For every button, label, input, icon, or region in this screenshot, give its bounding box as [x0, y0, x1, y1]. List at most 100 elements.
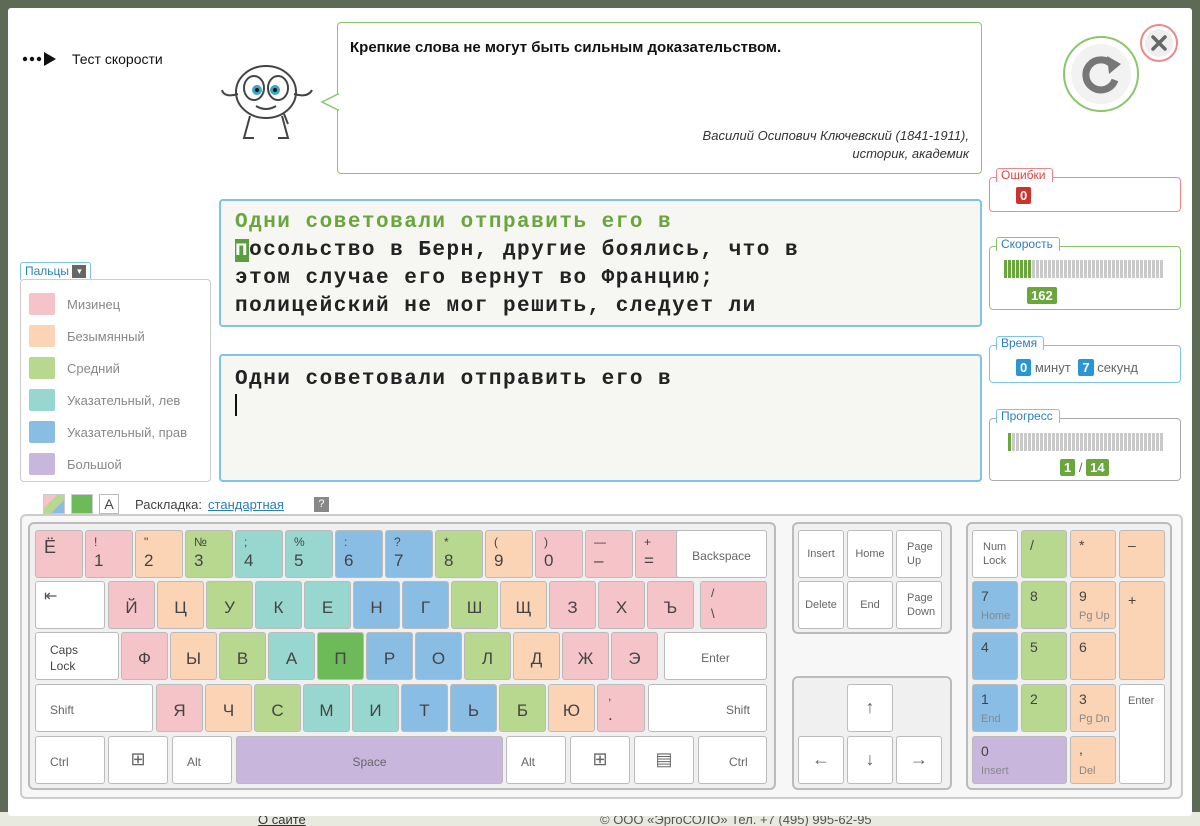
color-mode-button[interactable]: [43, 494, 65, 514]
key-shift-right[interactable]: Shift: [648, 684, 767, 732]
key-np-dot[interactable]: , Del: [1070, 736, 1116, 784]
key-row3-4[interactable]: И: [352, 684, 399, 732]
key-np0[interactable]: 0 Insert: [972, 736, 1067, 784]
key-n6[interactable]: :6: [335, 530, 383, 578]
key-ctrl-left[interactable]: Ctrl: [35, 736, 105, 784]
key-tab[interactable]: ⇤: [35, 581, 105, 629]
key-np1[interactable]: 1 End: [972, 684, 1018, 732]
key-alt-right[interactable]: Alt: [506, 736, 566, 784]
key-row3-3[interactable]: М: [303, 684, 350, 732]
key-insert[interactable]: Insert: [798, 530, 844, 578]
key-np-minus[interactable]: –: [1119, 530, 1165, 578]
key-right[interactable]: →: [896, 736, 942, 784]
key-row2-1[interactable]: Ы: [170, 632, 217, 680]
meter-segment: [1024, 260, 1027, 278]
typing-input[interactable]: Одни советовали отправить его в: [219, 354, 982, 482]
key-delete[interactable]: Delete: [798, 581, 844, 629]
key-space[interactable]: Space: [236, 736, 503, 784]
key-pgup[interactable]: Page Up: [896, 530, 942, 578]
key-row3-2[interactable]: С: [254, 684, 301, 732]
key-left[interactable]: ←: [798, 736, 844, 784]
key-n1[interactable]: ! 1: [85, 530, 133, 578]
key-home[interactable]: Home: [847, 530, 893, 578]
key-n5[interactable]: % 5: [285, 530, 333, 578]
key-row2-7-main-label: Л: [481, 649, 494, 668]
key-n2[interactable]: " 2: [135, 530, 183, 578]
key-row1-9[interactable]: З: [549, 581, 596, 629]
key-row2-3[interactable]: А: [268, 632, 315, 680]
key-alt-left-lbl-label: Alt: [187, 755, 202, 769]
key-numlock[interactable]: Num Lock: [972, 530, 1018, 578]
key-row1-7[interactable]: Ш: [451, 581, 498, 629]
quote-author: Василий Осипович Ключевский (1841-1911),…: [703, 127, 969, 163]
key-minus[interactable]: — –: [585, 530, 633, 578]
fingers-toggle[interactable]: Пальцы ▾: [20, 262, 92, 280]
font-button[interactable]: A: [99, 494, 119, 514]
key-row3-8[interactable]: Ю: [548, 684, 595, 732]
green-mode-button[interactable]: [71, 494, 93, 514]
key-row2-5[interactable]: Р: [366, 632, 413, 680]
key-np-mul[interactable]: *: [1070, 530, 1116, 578]
key-np5[interactable]: 5: [1021, 632, 1067, 680]
key-backspace[interactable]: Backspace: [676, 530, 767, 578]
key-win-right[interactable]: ⊞: [570, 736, 630, 784]
key-row2-8[interactable]: Д: [513, 632, 560, 680]
key-row2-7[interactable]: Л: [464, 632, 511, 680]
key-row3-1[interactable]: Ч: [205, 684, 252, 732]
key-yo[interactable]: Ё: [35, 530, 83, 578]
key-enter[interactable]: Enter: [664, 632, 767, 680]
key-n3[interactable]: № 3: [185, 530, 233, 578]
restart-button[interactable]: [1063, 36, 1139, 112]
key-row2-2[interactable]: В: [219, 632, 266, 680]
key-row1-3[interactable]: К: [255, 581, 302, 629]
key-np3[interactable]: 3 Pg Dn: [1070, 684, 1116, 732]
key-shift-left[interactable]: Shift: [35, 684, 153, 732]
key-row1-6[interactable]: Г: [402, 581, 449, 629]
key-row1-5[interactable]: Н: [353, 581, 400, 629]
key-end[interactable]: End: [847, 581, 893, 629]
key-row3-6[interactable]: Ь: [450, 684, 497, 732]
key-row3-7[interactable]: Б: [499, 684, 546, 732]
close-button[interactable]: [1140, 24, 1178, 62]
key-n7[interactable]: ? 7: [385, 530, 433, 578]
key-n4[interactable]: ; 4: [235, 530, 283, 578]
key-row2-10[interactable]: Э: [611, 632, 658, 680]
key-np-plus[interactable]: +: [1119, 581, 1165, 680]
layout-link[interactable]: стандартная: [208, 497, 284, 512]
key-row2-6[interactable]: О: [415, 632, 462, 680]
key-np-div[interactable]: /: [1021, 530, 1067, 578]
key-np4[interactable]: 4: [972, 632, 1018, 680]
key-n8[interactable]: * 8: [435, 530, 483, 578]
key-np9[interactable]: 9 Pg Up: [1070, 581, 1116, 629]
key-backslash[interactable]: / \: [700, 581, 767, 629]
key-row2-9[interactable]: Ж: [562, 632, 609, 680]
key-caps[interactable]: Caps Lock: [35, 632, 119, 680]
key-row1-11[interactable]: Ъ: [647, 581, 694, 629]
key-np8[interactable]: 8: [1021, 581, 1067, 629]
key-menu[interactable]: ▤: [634, 736, 694, 784]
key-up[interactable]: ↑: [847, 684, 893, 732]
key-pgdn[interactable]: Page Down: [896, 581, 942, 629]
key-row1-0[interactable]: Й: [108, 581, 155, 629]
key-row2-0[interactable]: Ф: [121, 632, 168, 680]
key-np2[interactable]: 2: [1021, 684, 1067, 732]
key-row3-5[interactable]: Т: [401, 684, 448, 732]
key-np-enter[interactable]: Enter: [1119, 684, 1165, 784]
key-row1-2[interactable]: У: [206, 581, 253, 629]
key-row1-8[interactable]: Щ: [500, 581, 547, 629]
key-np7[interactable]: 7 Home: [972, 581, 1018, 629]
key-ctrl-right[interactable]: Ctrl: [698, 736, 767, 784]
key-down[interactable]: ↓: [847, 736, 893, 784]
key-row1-4[interactable]: Е: [304, 581, 351, 629]
key-row1-10[interactable]: Х: [598, 581, 645, 629]
help-icon[interactable]: ?: [313, 496, 329, 512]
key-n9[interactable]: (9: [485, 530, 533, 578]
key-n0[interactable]: ) 0: [535, 530, 583, 578]
key-row1-1[interactable]: Ц: [157, 581, 204, 629]
key-win-left[interactable]: ⊞: [108, 736, 168, 784]
key-np6[interactable]: 6: [1070, 632, 1116, 680]
key-comma[interactable]: ,.: [597, 684, 645, 732]
key-row3-0[interactable]: Я: [156, 684, 203, 732]
key-row2-4[interactable]: П: [317, 632, 364, 680]
key-alt-left[interactable]: Alt: [172, 736, 232, 784]
